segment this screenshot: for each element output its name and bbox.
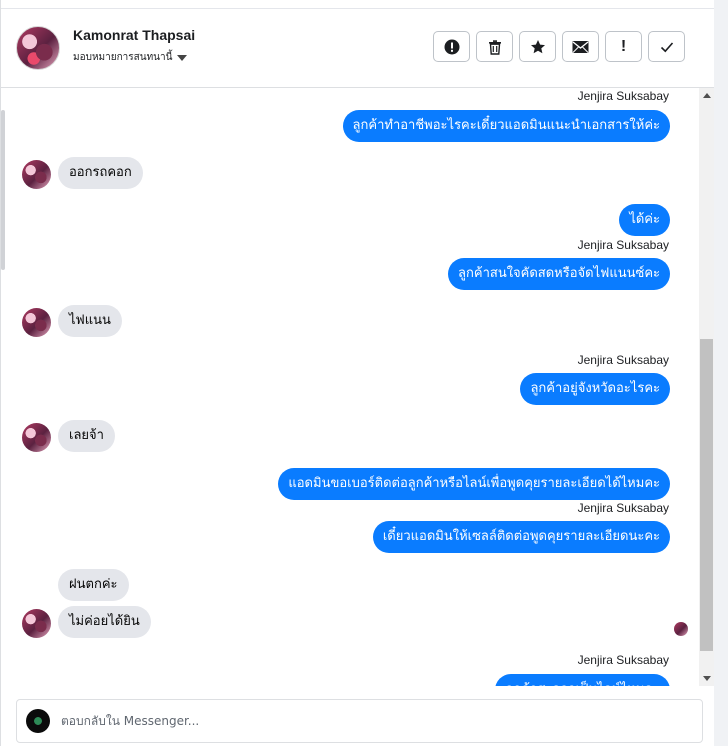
sender-name: Jenjira Suksabay (577, 238, 669, 252)
contact-avatar[interactable] (16, 26, 60, 70)
scroll-down-arrow-icon[interactable] (703, 676, 711, 681)
conversation-panel: Kamonrat Thapsai มอบหมายการสนทนานี้ ! Je… (0, 0, 714, 746)
thread-scrollbar[interactable] (699, 88, 714, 686)
delete-button[interactable] (476, 31, 513, 62)
incoming-message[interactable]: ออกรถคอก (58, 157, 143, 189)
reply-input[interactable] (61, 708, 661, 734)
page-avatar (26, 709, 50, 733)
contact-avatar-small[interactable] (22, 308, 51, 337)
conversation-toolbar: ! (433, 31, 685, 62)
alert-circle-icon (444, 39, 459, 54)
top-strip (1, 0, 714, 9)
trash-icon (488, 39, 501, 55)
unread-button[interactable] (562, 31, 599, 62)
sender-name: Jenjira Suksabay (577, 353, 669, 367)
contact-avatar-small[interactable] (22, 423, 51, 452)
outgoing-message[interactable]: ลูกค้าอยู่จังหวัดอะไรคะ (520, 373, 670, 405)
done-button[interactable] (648, 31, 685, 62)
exclamation-icon: ! (620, 37, 627, 55)
incoming-message[interactable]: ฝนตกค่ะ (58, 569, 129, 601)
contact-avatar-small[interactable] (22, 160, 51, 189)
outgoing-message[interactable]: ลูกค้าสนใจคัดสดหรือจัดไฟแนนซ์คะ (448, 258, 670, 290)
check-icon (660, 41, 673, 52)
incoming-message[interactable]: ไฟแนน (58, 305, 122, 337)
outgoing-message[interactable]: เดี๋ยวแอดมินให้เซลล์ติดต่อพูดคุยรายละเอี… (372, 521, 670, 553)
assign-conversation-dropdown[interactable]: มอบหมายการสนทนานี้ (73, 50, 188, 65)
follow-up-button[interactable]: ! (605, 31, 642, 62)
incoming-message[interactable]: เลยจ้า (58, 420, 115, 452)
message-thread[interactable]: Jenjira Suksabay ลูกค้าทำอาชีพอะไรคะเดี๋… (1, 88, 699, 686)
reply-box[interactable] (16, 699, 703, 743)
contact-avatar-small[interactable] (22, 609, 51, 638)
outgoing-message[interactable]: ได้ค่ะ (619, 204, 670, 236)
outgoing-message[interactable]: แอดมินขอเบอร์ติดต่อลูกค้าหรือไลน์เพื่อพู… (278, 468, 670, 500)
star-button[interactable] (519, 31, 556, 62)
assign-label: มอบหมายการสนทนานี้ (73, 52, 173, 63)
sender-name: Jenjira Suksabay (577, 653, 669, 667)
contact-name[interactable]: Kamonrat Thapsai (73, 27, 195, 43)
seen-indicator-avatar (674, 622, 688, 636)
reply-composer (1, 686, 714, 746)
spam-button[interactable] (433, 31, 470, 62)
scroll-up-arrow-icon[interactable] (703, 93, 711, 98)
sender-name: Jenjira Suksabay (577, 501, 669, 515)
sender-name: Jenjira Suksabay (577, 89, 669, 103)
incoming-message[interactable]: ไม่ค่อยได้ยิน (58, 606, 151, 638)
star-icon (530, 39, 545, 53)
envelope-icon (572, 40, 589, 53)
outgoing-message[interactable]: ลูกค้าทำอาชีพอะไรคะเดี๋ยวแอดมินแนะนำเอกส… (342, 110, 670, 142)
scrollbar-thumb[interactable] (700, 339, 713, 651)
outgoing-message[interactable]: ลูกค้าสะดวกเป็นไลน์ไหมคะ (495, 674, 670, 686)
conversation-header: Kamonrat Thapsai มอบหมายการสนทนานี้ ! (1, 9, 714, 88)
caret-down-icon (177, 54, 188, 61)
